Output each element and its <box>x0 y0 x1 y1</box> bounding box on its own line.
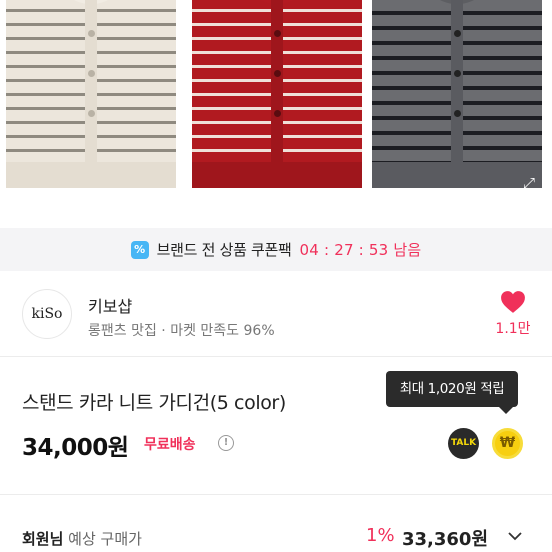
product-image-grey-cardigan <box>372 0 542 188</box>
product-price: 34,000원 <box>22 435 129 461</box>
chevron-down-icon[interactable] <box>508 529 522 543</box>
like-count: 1.1만 <box>495 321 531 337</box>
product-image-red-cardigan <box>192 0 362 188</box>
member-price-row[interactable]: 회원님 예상 구매가 1% 33,360원 <box>0 515 552 552</box>
product-image-beige-cardigan <box>6 0 176 188</box>
won-reward-icon[interactable]: ₩ <box>492 428 523 459</box>
shop-name[interactable]: 키보샵 <box>88 293 132 317</box>
coupon-timer: 04 : 27 : 53 남음 <box>299 241 422 259</box>
free-shipping-label: 무료배송 <box>144 437 196 453</box>
reward-tooltip: 최대 1,020원 적립 <box>386 371 518 414</box>
divider <box>0 356 552 357</box>
member-label-strong: 회원님 <box>22 530 64 548</box>
member-discount: 1% <box>366 525 395 546</box>
coupon-percent-icon: % <box>130 240 149 259</box>
member-price: 33,360원 <box>402 529 489 550</box>
kakao-talk-icon[interactable]: TALK <box>448 428 479 459</box>
expand-icon[interactable]: ⤢ <box>520 174 538 192</box>
product-image-carousel[interactable]: ⤢ <box>0 0 552 212</box>
divider <box>0 494 552 495</box>
product-title: 스탠드 카라 니트 가디건(5 color) <box>22 392 286 414</box>
member-label-light: 예상 구매가 <box>63 530 142 548</box>
heart-icon[interactable] <box>500 290 526 314</box>
coupon-label: 브랜드 전 상품 쿠폰팩 <box>156 241 292 259</box>
info-icon[interactable]: ! <box>218 435 234 451</box>
member-price-label: 회원님 예상 구매가 <box>22 528 142 549</box>
shop-description: 롱팬츠 맛집 · 마켓 만족도 96% <box>88 323 275 339</box>
shop-info[interactable]: kiSo 키보샵 롱팬츠 맛집 · 마켓 만족도 96% 1.1만 <box>0 278 552 354</box>
coupon-banner[interactable]: % 브랜드 전 상품 쿠폰팩 04 : 27 : 53 남음 <box>0 228 552 271</box>
shop-logo[interactable]: kiSo <box>22 289 72 339</box>
